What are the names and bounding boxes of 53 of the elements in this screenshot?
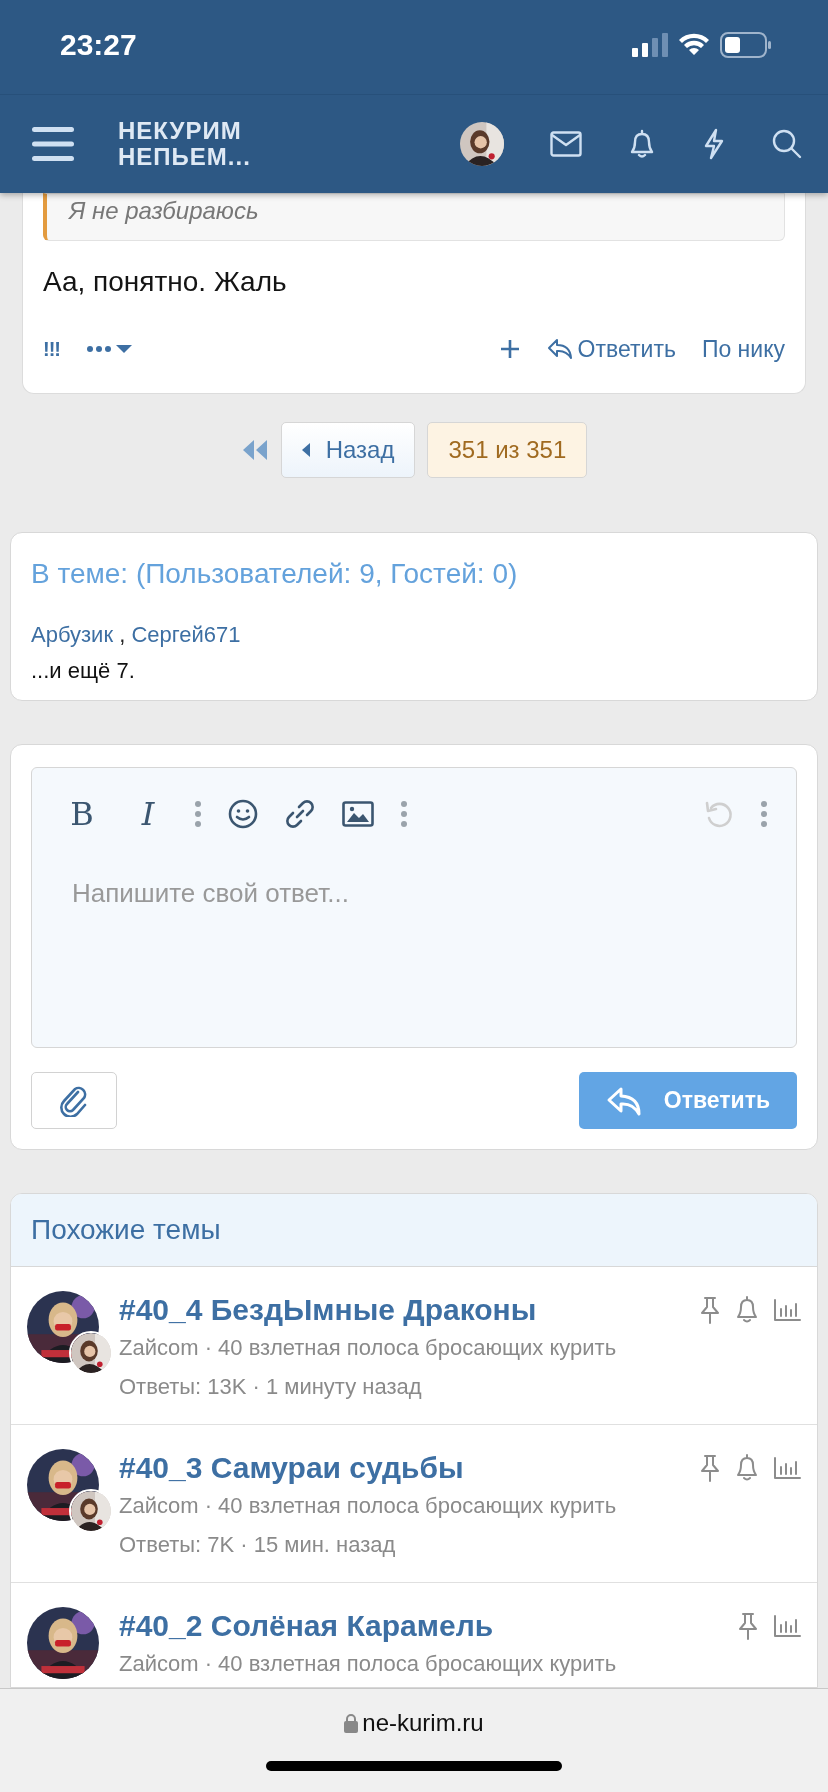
wifi-icon xyxy=(678,32,710,57)
link-icon[interactable] xyxy=(284,798,316,830)
quote-by-nick-link[interactable]: По нику xyxy=(701,335,785,363)
bell-icon[interactable] xyxy=(735,1296,759,1324)
page-indicator[interactable]: 351 из 351 xyxy=(427,422,588,478)
pin-icon[interactable] xyxy=(699,1296,721,1324)
bell-icon[interactable] xyxy=(735,1454,759,1482)
pin-icon[interactable] xyxy=(699,1454,721,1482)
address-bar[interactable]: ne-kurim.ru xyxy=(344,1709,484,1737)
envelope-icon[interactable] xyxy=(550,131,582,157)
report-link[interactable]: !!! xyxy=(43,337,60,361)
battery-icon xyxy=(720,31,772,58)
site-logo: НЕКУРИМ НЕПЬЕМ... xyxy=(118,118,252,170)
lock-icon xyxy=(344,1713,359,1733)
caret-left-icon xyxy=(301,443,310,457)
bold-button[interactable]: B xyxy=(62,795,102,833)
signal-icon xyxy=(632,32,668,57)
chart-icon[interactable] xyxy=(773,1614,801,1638)
quote-text: Я не разбираюсь xyxy=(69,196,259,226)
reply-link[interactable]: Ответить xyxy=(545,335,676,363)
lightning-icon[interactable] xyxy=(702,128,726,160)
back-button[interactable]: Назад xyxy=(280,422,416,478)
attach-button[interactable] xyxy=(31,1072,117,1129)
topic-title-link[interactable]: #40_3 Самураи судьбы xyxy=(119,1449,464,1487)
post-text: Аа, понятно. Жаль xyxy=(43,265,287,299)
user-link[interactable]: Сергей671 xyxy=(131,622,241,648)
topic-meta-text: Zaйcom · 40 взлетная полоса бросающих курить xyxy=(119,1492,617,1520)
reply-icon xyxy=(545,337,574,361)
topic-title-link[interactable]: #40_4 БездЫмные Драконы xyxy=(119,1291,537,1329)
pin-icon[interactable] xyxy=(737,1612,759,1640)
more-users-text: ...и ещё 7. xyxy=(31,657,135,685)
bell-icon[interactable] xyxy=(628,129,656,159)
online-title: В теме: (Пользователей: 9, Гостей: 0) xyxy=(31,557,518,591)
more-menu-icon[interactable] xyxy=(86,342,132,356)
smiley-icon[interactable] xyxy=(228,799,258,829)
topic-stats-text: Ответы: 13K · 1 минуту назад xyxy=(119,1373,422,1401)
topic-title-link[interactable]: #40_2 Солёная Карамель xyxy=(119,1607,494,1645)
image-icon[interactable] xyxy=(342,801,374,827)
search-icon[interactable] xyxy=(772,129,802,159)
chart-icon[interactable] xyxy=(773,1298,801,1322)
menu-icon[interactable] xyxy=(32,127,74,161)
separator-text: , xyxy=(118,622,127,648)
topic-meta-text: Zaйcom · 40 взлетная полоса бросающих курить xyxy=(119,1334,617,1362)
section-title: Похожие темы xyxy=(11,1194,817,1267)
reply-field[interactable]: Напишите свой ответ... xyxy=(72,876,672,910)
paperclip-icon xyxy=(59,1084,89,1117)
topic-meta-text: Zaйcom · 40 взлетная полоса бросающих курить xyxy=(119,1650,617,1678)
plus-icon[interactable] xyxy=(499,339,520,359)
clock-time: 23:27 xyxy=(60,27,138,63)
user-link[interactable]: Арбузик xyxy=(31,622,114,648)
chart-icon[interactable] xyxy=(773,1456,801,1480)
topic-stats-text: Ответы: 7K · 15 мин. назад xyxy=(119,1531,396,1559)
italic-button[interactable]: I xyxy=(128,795,168,833)
